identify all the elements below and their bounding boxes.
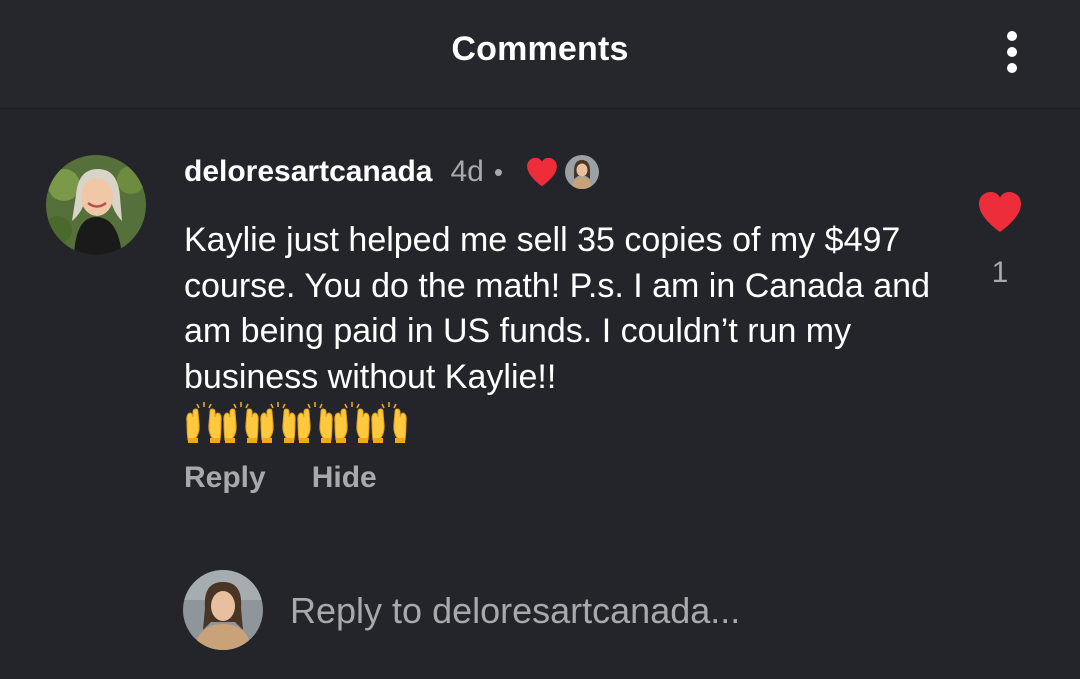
- hide-button[interactable]: Hide: [312, 461, 377, 495]
- emoji-row: [184, 400, 407, 450]
- commenter-avatar[interactable]: [46, 155, 146, 255]
- reply-button[interactable]: Reply: [184, 461, 266, 495]
- comment-meta: deloresartcanada 4d •: [184, 154, 599, 190]
- comment-actions: Reply Hide: [184, 461, 423, 495]
- page-title: Comments: [451, 30, 629, 68]
- raising-hands-icon: [223, 402, 259, 443]
- more-options-button[interactable]: [990, 24, 1034, 84]
- creator-mini-avatar: [564, 155, 599, 189]
- comments-header: Comments: [0, 0, 1080, 109]
- heart-icon: [979, 192, 1021, 232]
- meta-separator: •: [493, 156, 503, 187]
- reply-composer: [0, 560, 1080, 670]
- like-button[interactable]: [976, 190, 1024, 234]
- comment-item: deloresartcanada 4d • Kaylie just helped…: [0, 108, 1080, 528]
- reply-input[interactable]: [290, 588, 990, 634]
- current-user-avatar: [183, 570, 263, 650]
- raising-hands-icon: [186, 402, 222, 443]
- comment-username[interactable]: deloresartcanada: [184, 155, 432, 189]
- liked-by-creator-heart-icon: [527, 157, 557, 187]
- raising-hands-icon: [334, 402, 370, 443]
- like-count[interactable]: 1: [976, 256, 1024, 290]
- raising-hands-icon: [297, 402, 333, 443]
- comment-body: Kaylie just helped me sell 35 copies of …: [184, 221, 930, 396]
- raising-hands-icon: [371, 402, 407, 443]
- raising-hands-icon: [260, 402, 296, 443]
- comment-timestamp: 4d: [450, 155, 484, 188]
- more-vertical-icon: [1007, 31, 1017, 73]
